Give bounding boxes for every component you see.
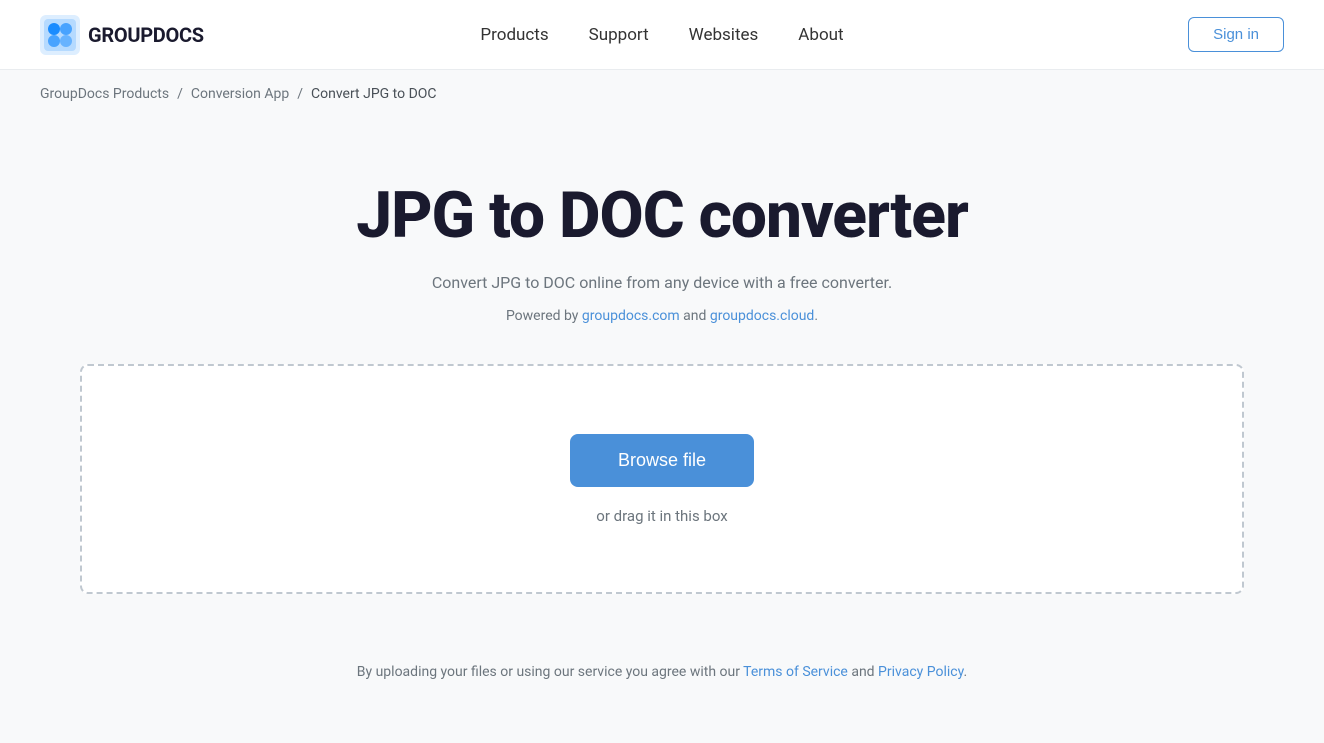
powered-by: Powered by groupdocs.com and groupdocs.c… [506,308,818,324]
breadcrumb-conversion-app[interactable]: Conversion App [191,86,289,102]
main-content: JPG to DOC converter Convert JPG to DOC … [0,118,1324,634]
groupdocs-logo-icon [40,15,80,55]
tos-link[interactable]: Terms of Service [743,664,848,680]
groupdocs-cloud-link[interactable]: groupdocs.cloud [710,308,815,324]
logo-text: GROUPDOCS [88,23,204,47]
nav-products[interactable]: Products [480,25,548,45]
nav-about[interactable]: About [798,25,843,45]
page-title: JPG to DOC converter [356,178,968,253]
footer-prefix: By uploading your files or using our ser… [357,664,743,680]
drop-zone[interactable]: Browse file or drag it in this box [80,364,1244,594]
breadcrumb: GroupDocs Products / Conversion App / Co… [40,86,1284,102]
footer-note: By uploading your files or using our ser… [0,634,1324,710]
groupdocs-com-link[interactable]: groupdocs.com [582,308,680,324]
breadcrumb-section: GroupDocs Products / Conversion App / Co… [0,70,1324,118]
header: GROUPDOCS Products Support Websites Abou… [0,0,1324,70]
nav-websites[interactable]: Websites [689,25,759,45]
header-actions: Sign in [1188,17,1284,52]
browse-file-button[interactable]: Browse file [570,434,754,487]
privacy-link[interactable]: Privacy Policy [878,664,963,680]
main-nav: Products Support Websites About [480,25,843,45]
powered-by-suffix: . [814,308,818,324]
breadcrumb-sep-1: / [177,86,183,102]
footer-suffix: . [964,664,968,680]
breadcrumb-current: Convert JPG to DOC [311,86,436,102]
logo-area: GROUPDOCS [40,15,204,55]
powered-by-between: and [680,308,710,324]
sign-in-button[interactable]: Sign in [1188,17,1284,52]
drag-text: or drag it in this box [596,507,727,525]
breadcrumb-sep-2: / [297,86,303,102]
page-subtitle: Convert JPG to DOC online from any devic… [432,273,892,292]
footer-and: and [848,664,878,680]
powered-by-prefix: Powered by [506,308,582,324]
nav-support[interactable]: Support [589,25,649,45]
breadcrumb-groupdocs[interactable]: GroupDocs Products [40,86,169,102]
